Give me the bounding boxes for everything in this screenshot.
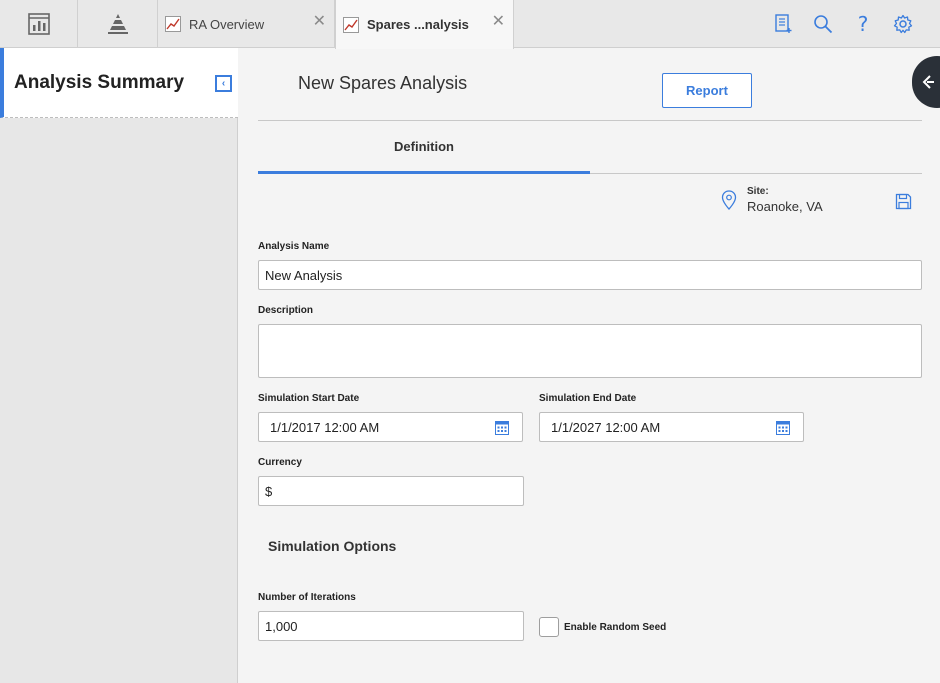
left-panel: Analysis Summary ‹ [0,48,238,683]
tab-ra-overview[interactable]: RA Overview ✕ [158,0,335,48]
settings-icon [893,14,913,34]
location-pin-icon [721,190,737,210]
currency-value: $ [265,483,273,499]
description-label: Description [258,305,314,316]
close-icon[interactable]: ✕ [492,14,505,30]
currency-field[interactable]: $ [258,476,524,506]
page-title: New Spares Analysis [298,73,468,93]
site-label: Site: [747,186,769,197]
chevron-left-icon: ‹ [221,77,226,89]
analysis-name-value: New Analysis [265,267,343,283]
collapse-button[interactable]: ‹ [215,75,232,92]
random-seed-label: Enable Random Seed [564,622,667,633]
chart-icon [165,16,181,32]
description-field[interactable] [258,324,922,378]
pyramid-button[interactable] [78,0,158,48]
tab-spares-analysis[interactable]: Spares ...nalysis ✕ [335,0,514,49]
tab-label: Spares ...nalysis [367,17,469,32]
analysis-name-field[interactable]: New Analysis [258,260,922,290]
end-date-label: Simulation End Date [539,393,637,404]
tab-label: RA Overview [189,16,265,32]
save-icon[interactable] [895,193,912,210]
iterations-value: 1,000 [265,618,298,634]
chart-icon [343,16,359,33]
start-date-field[interactable]: 1/1/2017 12:00 AM [258,412,523,442]
currency-label: Currency [258,457,302,468]
end-date-field[interactable]: 1/1/2027 12:00 AM [539,412,804,442]
help-icon: ? [857,12,869,36]
analysis-name-label: Analysis Name [258,241,330,252]
simulation-options-title: Simulation Options [268,538,397,554]
left-panel-header: Analysis Summary ‹ [0,48,238,118]
report-list-button[interactable] [771,12,795,36]
close-icon[interactable]: ✕ [313,14,326,30]
settings-button[interactable] [891,12,915,36]
calendar-icon[interactable] [495,420,509,435]
dashboard-icon [27,13,50,35]
help-button[interactable]: ? [851,12,875,36]
top-bar: RA Overview ✕ Spares ...nalysis ✕ ? [0,0,940,49]
start-date-value: 1/1/2017 12:00 AM [270,419,380,435]
side-panel-toggle[interactable] [912,56,940,108]
panel-title: Analysis Summary [14,72,185,93]
iterations-field[interactable]: 1,000 [258,611,524,641]
tab-definition[interactable]: Definition [258,121,590,174]
end-date-value: 1/1/2027 12:00 AM [551,419,661,435]
random-seed-checkbox[interactable] [539,617,559,637]
start-date-label: Simulation Start Date [258,393,360,404]
dashboard-button[interactable] [0,0,78,48]
report-list-icon [775,14,792,33]
site-value: Roanoke, VA [747,199,823,214]
calendar-icon[interactable] [776,420,790,435]
search-button[interactable] [811,12,835,36]
search-icon [814,15,833,34]
arrow-left-icon [922,75,934,89]
iterations-label: Number of Iterations [258,592,356,603]
report-button[interactable]: Report [662,73,752,108]
divider [590,173,922,174]
pyramid-icon [107,14,128,34]
